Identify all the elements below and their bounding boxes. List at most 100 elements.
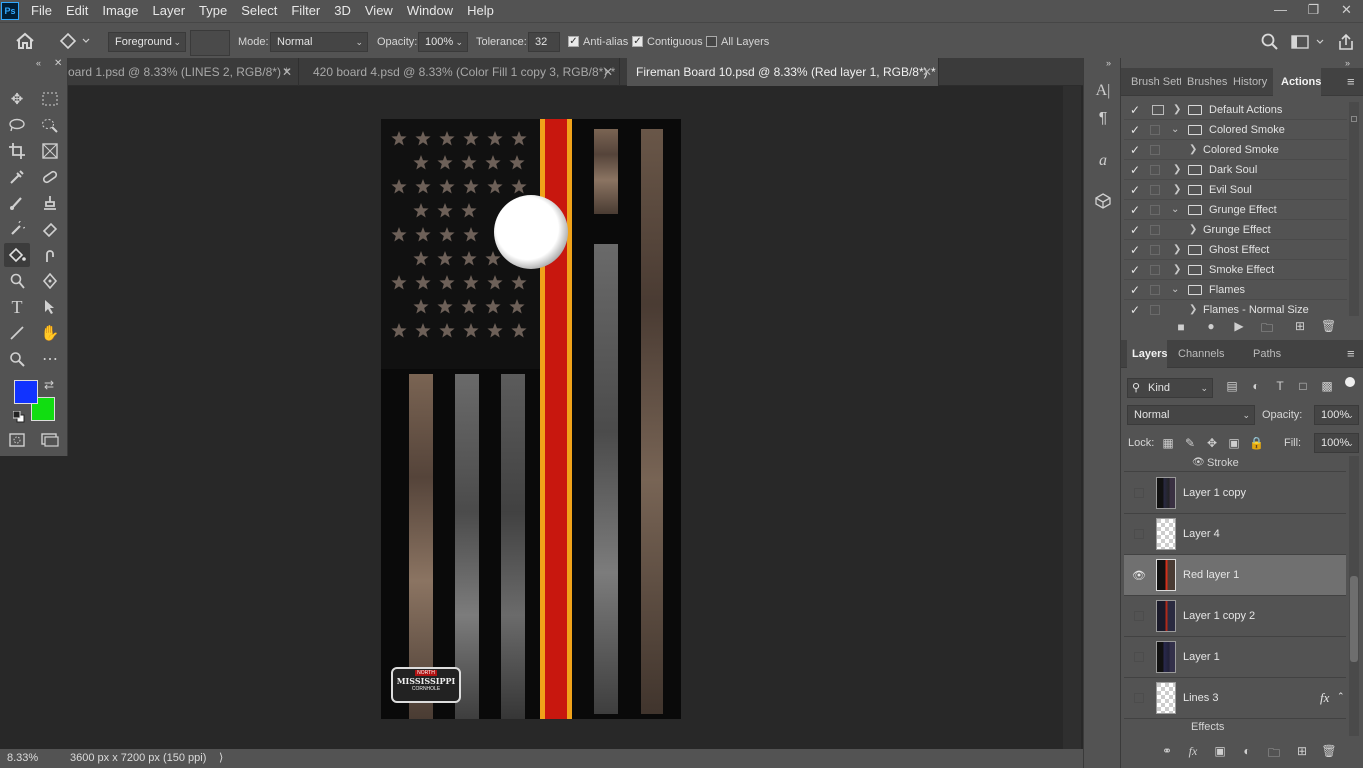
lasso-tool-icon[interactable] <box>4 113 30 137</box>
tab-paths[interactable]: Paths <box>1249 340 1285 368</box>
menu-filter[interactable]: Filter <box>284 0 327 22</box>
action-colored-smoke[interactable]: ✓ ❯ Colored Smoke <box>1124 140 1347 160</box>
tab-channels[interactable]: Channels <box>1174 340 1224 368</box>
pattern-picker[interactable] <box>190 30 230 56</box>
clone-stamp-tool-icon[interactable] <box>37 191 63 215</box>
dodge-tool-icon[interactable] <box>4 269 30 293</box>
layer-row-layer-4[interactable]: Layer 4 <box>1124 514 1346 555</box>
action-set-ghost-effect[interactable]: ✓ ❯ Ghost Effect <box>1124 240 1347 260</box>
chevron-right-icon[interactable]: ⟩ <box>219 749 223 768</box>
tab-layers[interactable]: Layers <box>1127 340 1167 368</box>
layer-opacity-input[interactable]: 100% ⌄ <box>1314 405 1359 425</box>
menu-edit[interactable]: Edit <box>59 0 95 22</box>
adjustment-layer-icon[interactable]: ◐ <box>1239 744 1255 758</box>
filter-adjustment-icon[interactable]: ◐ <box>1249 379 1263 393</box>
smudge-tool-icon[interactable] <box>37 243 63 267</box>
pen-tool-icon[interactable] <box>37 269 63 293</box>
layer-effects-row[interactable]: Effects <box>1124 719 1346 736</box>
lock-all-icon[interactable]: 🔒 <box>1249 436 1264 450</box>
layer-row-layer-1-copy-2[interactable]: Layer 1 copy 2 <box>1124 596 1346 637</box>
fill-source-select[interactable]: Foreground ⌄ <box>108 32 186 52</box>
new-layer-icon[interactable]: ⊞ <box>1294 744 1310 758</box>
chevron-right-icon[interactable]: ❯ <box>1173 240 1181 260</box>
tolerance-input[interactable]: 32 <box>528 32 560 52</box>
action-set-flames[interactable]: ✓ ⌄ Flames <box>1124 280 1347 300</box>
opacity-input[interactable]: 100% ⌄ <box>418 32 468 52</box>
quick-mask-icon[interactable] <box>4 428 30 452</box>
more-tools-icon[interactable]: ⋯ <box>37 347 63 371</box>
chevron-down-icon[interactable]: ⌄ <box>1171 280 1179 300</box>
action-grunge-effect[interactable]: ✓ ❯ Grunge Effect <box>1124 220 1347 240</box>
contiguous-checkbox[interactable]: ✓ <box>632 36 643 47</box>
filter-type-icon[interactable]: T <box>1273 379 1287 393</box>
paragraph-panel-icon[interactable]: ¶ <box>1092 108 1114 130</box>
layer-fill-input[interactable]: 100% ⌄ <box>1314 433 1359 453</box>
menu-help[interactable]: Help <box>460 0 501 22</box>
visibility-toggle[interactable] <box>1134 529 1144 539</box>
menu-type[interactable]: Type <box>192 0 234 22</box>
antialias-checkbox[interactable]: ✓ <box>568 36 579 47</box>
new-action-icon[interactable]: ⊞ <box>1293 319 1307 333</box>
lock-artboard-icon[interactable]: ▣ <box>1227 436 1241 450</box>
action-set-default-actions[interactable]: ✓ ❯ Default Actions <box>1124 100 1347 120</box>
path-selection-tool-icon[interactable] <box>37 295 63 319</box>
3d-panel-icon[interactable] <box>1092 190 1114 212</box>
restore-icon[interactable]: ❐ <box>1297 0 1330 22</box>
quick-selection-tool-icon[interactable] <box>37 113 63 137</box>
layers-scrollbar[interactable] <box>1349 456 1359 736</box>
add-layer-style-icon[interactable]: fx <box>1185 744 1201 759</box>
mode-select[interactable]: Normal ⌄ <box>270 32 368 52</box>
tab-actions[interactable]: Actions <box>1273 68 1321 96</box>
eyedropper-tool-icon[interactable] <box>4 165 30 189</box>
document-canvas-artwork[interactable]: NORTH MISSISSIPPI CORNHOLE <box>381 119 681 719</box>
search-icon[interactable] <box>1260 32 1280 52</box>
workspace-icon[interactable] <box>1290 33 1326 51</box>
visibility-toggle[interactable] <box>1134 611 1144 621</box>
character-panel-icon[interactable]: A| <box>1092 80 1114 102</box>
chevron-up-icon[interactable]: ⌃ <box>1337 691 1345 702</box>
chevron-right-icon[interactable]: ❯ <box>1189 220 1197 240</box>
type-tool-icon[interactable]: T <box>4 295 30 319</box>
chevron-down-icon[interactable]: ⌄ <box>1171 200 1179 220</box>
panel-menu-icon[interactable]: ≡ <box>1347 346 1355 361</box>
collapse-panels-icon[interactable]: » <box>1345 58 1350 68</box>
eye-icon[interactable]: 👁 <box>1192 457 1205 468</box>
layer-row-red-layer-1[interactable]: 👁 Red layer 1 <box>1124 555 1346 596</box>
action-flames-normal-size[interactable]: ✓ ❯ Flames - Normal Size <box>1124 300 1347 318</box>
layer-effects-fx-icon[interactable]: fx <box>1320 690 1329 706</box>
filter-smart-object-icon[interactable]: ▩ <box>1320 379 1334 393</box>
chevron-right-icon[interactable]: ❯ <box>1173 160 1181 180</box>
canvas-vertical-scrollbar[interactable] <box>1063 86 1081 749</box>
chevron-right-icon[interactable]: ❯ <box>1189 140 1197 160</box>
chevron-right-icon[interactable]: ❯ <box>1173 260 1181 280</box>
zoom-level[interactable]: 8.33% <box>7 749 38 768</box>
paint-bucket-tool-icon[interactable] <box>4 243 30 267</box>
all-layers-checkbox[interactable] <box>706 36 717 47</box>
record-icon[interactable]: ● <box>1204 319 1218 333</box>
zoom-tool-icon[interactable] <box>4 347 30 371</box>
link-layers-icon[interactable]: ⚭ <box>1159 744 1175 758</box>
menu-file[interactable]: File <box>24 0 59 22</box>
collapse-toolbox-icon[interactable]: « <box>36 58 48 68</box>
layer-row-lines-3[interactable]: Lines 3 fx ⌃ <box>1124 678 1346 719</box>
dialog-toggle-icon[interactable] <box>1152 105 1164 115</box>
menu-view[interactable]: View <box>358 0 400 22</box>
lock-transparent-pixels-icon[interactable]: ▦ <box>1161 436 1175 450</box>
new-set-folder-icon[interactable]: 🗀 <box>1259 319 1275 340</box>
tab-history[interactable]: History <box>1229 68 1273 96</box>
filter-shape-icon[interactable]: □ <box>1296 379 1310 393</box>
panel-menu-icon[interactable]: ≡ <box>1347 74 1355 89</box>
action-set-smoke-effect[interactable]: ✓ ❯ Smoke Effect <box>1124 260 1347 280</box>
chevron-down-icon[interactable]: ⌄ <box>1171 120 1179 140</box>
default-colors-icon[interactable] <box>12 410 25 423</box>
history-brush-tool-icon[interactable] <box>4 217 30 241</box>
menu-image[interactable]: Image <box>95 0 145 22</box>
action-set-dark-soul[interactable]: ✓ ❯ Dark Soul <box>1124 160 1347 180</box>
tab-fireman-board-10[interactable]: Fireman Board 10.psd @ 8.33% (Red layer … <box>627 58 939 86</box>
glyphs-panel-icon[interactable]: a <box>1092 150 1114 172</box>
filter-pixel-icon[interactable]: ▤ <box>1225 379 1239 393</box>
new-group-icon[interactable]: 🗀 <box>1266 744 1282 765</box>
paint-bucket-preset-icon[interactable] <box>57 31 95 51</box>
tab-board-1[interactable]: oard 1.psd @ 8.33% (LINES 2, RGB/8*) * ✕ <box>59 58 299 86</box>
chevron-right-icon[interactable]: ❯ <box>1189 300 1197 318</box>
